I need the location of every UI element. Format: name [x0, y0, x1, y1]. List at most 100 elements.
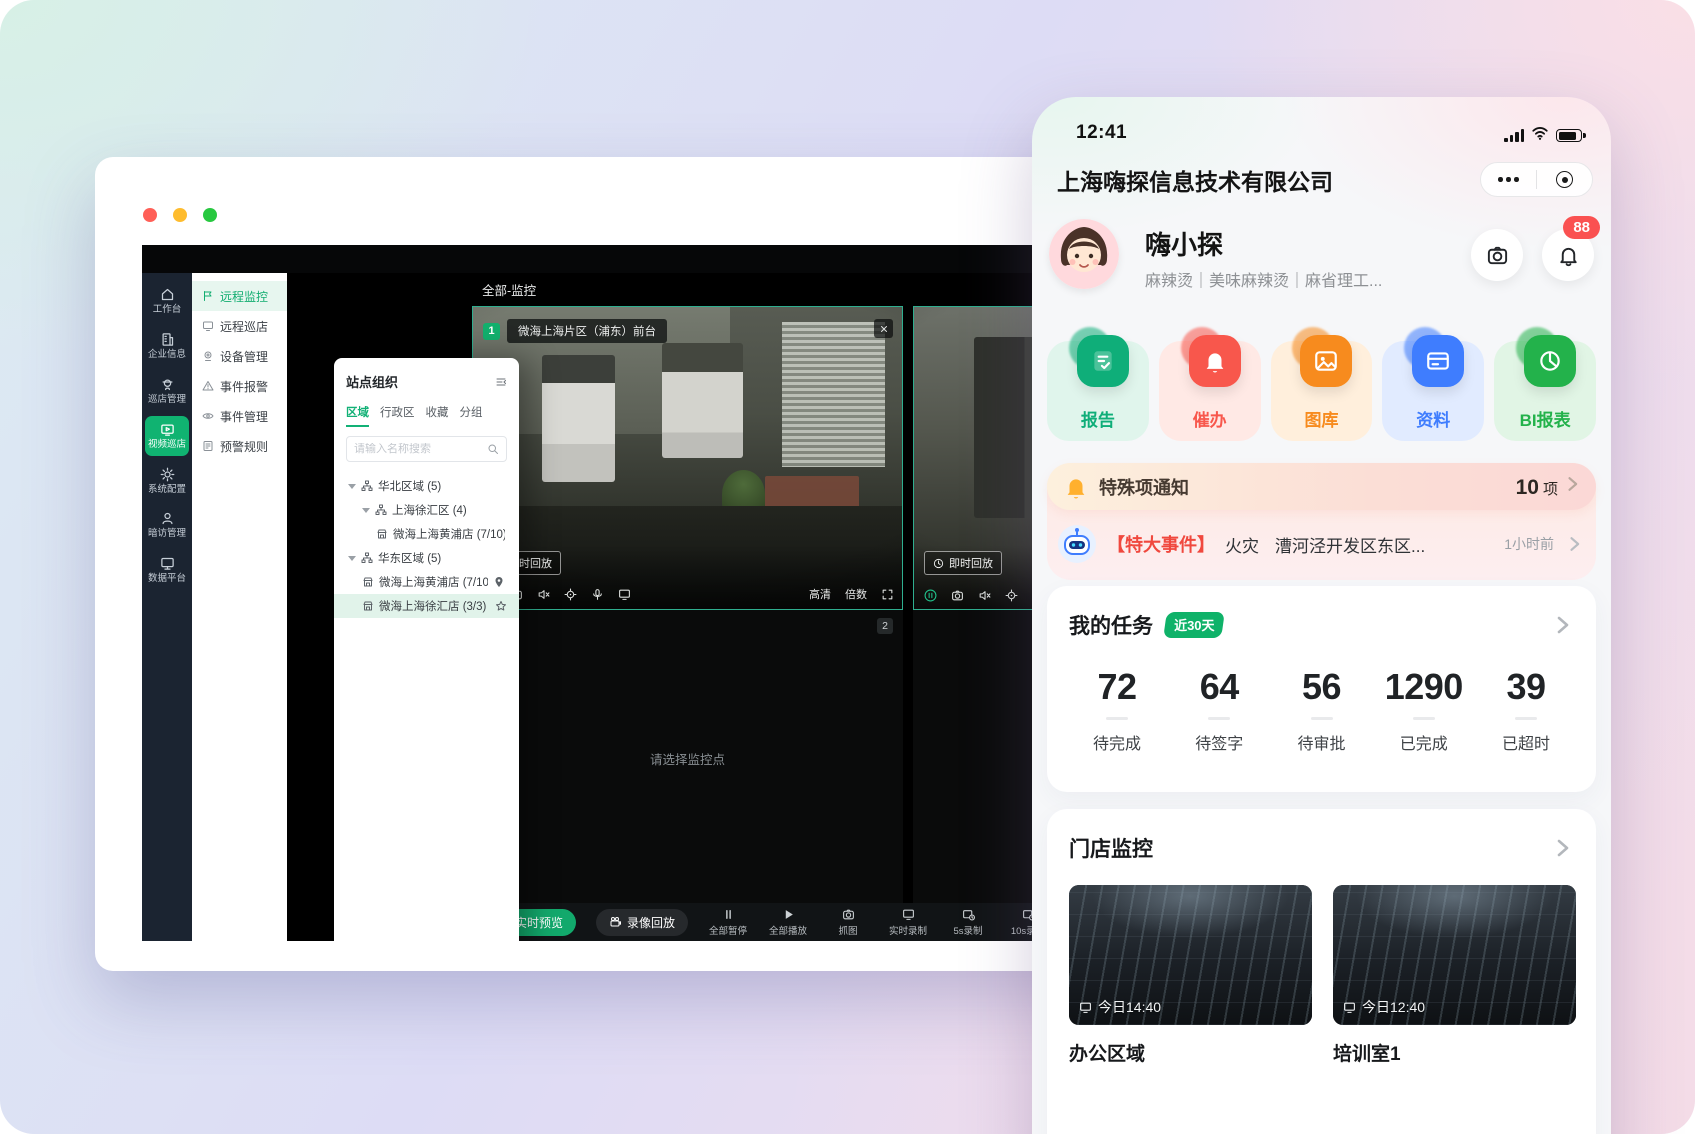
home-icon [160, 287, 175, 302]
stat-value: 1290 [1382, 666, 1466, 708]
notice-title: 特殊项通知 [1099, 474, 1189, 500]
monitor-icon [202, 320, 214, 332]
menu-item-event-alarm[interactable]: 事件报警 [192, 371, 287, 401]
tree-node-district[interactable]: 上海徐汇区 (4) [346, 498, 507, 522]
stat-value: 56 [1280, 666, 1364, 708]
screen-share-icon[interactable] [618, 588, 631, 601]
tree-node-region[interactable]: 华北区域 (5) [346, 474, 507, 498]
action-label: 抓图 [839, 923, 858, 937]
site-search-input[interactable] [354, 443, 482, 455]
stat-pending-sign[interactable]: 64 待签字 [1177, 666, 1261, 754]
app-tile-urge[interactable]: 催办 [1159, 341, 1261, 441]
camera-thumb-training-room[interactable]: 今日12:40 培训室1 [1333, 885, 1576, 1066]
tab-favorites[interactable]: 收藏 [426, 404, 449, 427]
primary-sidebar: 工作台 企业信息 巡店管理 视频巡店 系统配置 [142, 273, 192, 941]
menu-item-label: 远程巡店 [220, 318, 268, 335]
zoom-window-dot[interactable] [203, 208, 217, 222]
instant-replay-button[interactable]: 即时回放 [924, 551, 1002, 575]
stat-pending-approve[interactable]: 56 待审批 [1280, 666, 1364, 754]
menu-item-remote-monitor[interactable]: 远程监控 [192, 281, 287, 311]
menu-item-event-mgmt[interactable]: 事件管理 [192, 401, 287, 431]
video-pane-1[interactable]: 1 微海上海片区（浦东）前台 即时回放 [472, 306, 903, 610]
menu-item-label: 远程监控 [220, 288, 268, 305]
tree-node-region[interactable]: 华东区域 (5) [346, 546, 507, 570]
sidebar-item-secret-visit[interactable]: 暗访管理 [145, 505, 189, 545]
sidebar-item-label: 暗访管理 [145, 528, 189, 540]
tile-label: BI报表 [1494, 406, 1596, 431]
caret-down-icon[interactable] [362, 508, 370, 513]
tree-node-label: 上海徐汇区 (4) [392, 502, 467, 518]
ptz-target-icon[interactable] [1005, 589, 1018, 602]
pause-circle-icon[interactable] [924, 589, 937, 602]
stat-value: 72 [1075, 666, 1159, 708]
sidebar-item-workbench[interactable]: 工作台 [145, 281, 189, 321]
tile-label: 资料 [1382, 406, 1484, 431]
secondary-menu: 远程监控 远程巡店 设备管理 事件报警 事件管理 [192, 273, 287, 941]
tab-groups[interactable]: 分组 [460, 404, 483, 427]
menu-item-warning-rules[interactable]: 预警规则 [192, 431, 287, 461]
special-notice-banner[interactable]: 特殊项通知 10 项 [1047, 463, 1596, 510]
empty-video-pane[interactable]: 2 请选择监控点 [472, 610, 903, 906]
mute-icon[interactable] [537, 588, 550, 601]
collapse-panel-icon[interactable] [495, 376, 507, 388]
stat-pending-complete[interactable]: 72 待完成 [1075, 666, 1159, 754]
stat-completed[interactable]: 1290 已完成 [1382, 666, 1466, 754]
chevron-right-icon[interactable] [1550, 613, 1574, 637]
menu-item-remote-patrol[interactable]: 远程巡店 [192, 311, 287, 341]
speed-toggle[interactable]: 倍数 [845, 586, 867, 602]
location-pin-icon[interactable] [493, 576, 505, 588]
site-search[interactable] [346, 436, 507, 462]
fullscreen-icon[interactable] [881, 588, 894, 601]
app-tile-docs[interactable]: 资料 [1382, 341, 1484, 441]
major-event-ticker[interactable]: 【特大事件】 火灾 漕河泾开发区东区... 1小时前 [1047, 510, 1596, 576]
store-monitor-title: 门店监控 [1069, 833, 1153, 863]
hd-toggle[interactable]: 高清 [809, 586, 831, 602]
camera-thumb-office[interactable]: 今日14:40 办公区域 [1069, 885, 1312, 1066]
caret-down-icon[interactable] [348, 556, 356, 561]
snapshot-icon[interactable] [951, 589, 964, 602]
caret-down-icon[interactable] [348, 484, 356, 489]
realtime-record-button[interactable]: 实时录制 [888, 908, 928, 937]
record-5s-button[interactable]: 5s录制 [948, 908, 988, 937]
exit-button[interactable] [1537, 171, 1592, 188]
star-icon[interactable] [495, 600, 507, 612]
bi-chart-icon [1537, 348, 1563, 374]
ptz-target-icon[interactable] [564, 588, 577, 601]
window-traffic-lights [143, 208, 217, 222]
playback-button[interactable]: 录像回放 [596, 909, 688, 936]
tab-region[interactable]: 区域 [346, 404, 369, 427]
warning-icon [202, 380, 214, 392]
snapshot-button[interactable]: 抓图 [828, 908, 868, 937]
sidebar-item-company-info[interactable]: 企业信息 [145, 326, 189, 366]
play-all-button[interactable]: 全部播放 [768, 908, 808, 937]
sidebar-item-data-platform[interactable]: 数据平台 [145, 550, 189, 590]
sidebar-item-system-config[interactable]: 系统配置 [145, 461, 189, 501]
notification-bell-button[interactable]: 88 [1542, 229, 1594, 281]
sidebar-item-patrol-mgmt[interactable]: 巡店管理 [145, 371, 189, 411]
avatar[interactable] [1049, 219, 1119, 289]
mute-icon[interactable] [978, 589, 991, 602]
camera-timestamp: 今日12:40 [1343, 997, 1425, 1017]
tab-district[interactable]: 行政区 [380, 404, 415, 427]
close-video-button[interactable] [874, 319, 893, 338]
video-controls: 高清 倍数 [483, 586, 894, 602]
app-tile-bi-report[interactable]: BI报表 [1494, 341, 1596, 441]
sidebar-item-video-patrol[interactable]: 视频巡店 [145, 416, 189, 456]
menu-item-device-mgmt[interactable]: 设备管理 [192, 341, 287, 371]
status-time: 12:41 [1076, 122, 1127, 144]
miniprogram-capsule [1480, 162, 1593, 197]
tree-node-store[interactable]: 微海上海黄浦店 (7/10) [346, 570, 507, 594]
more-button[interactable] [1481, 177, 1536, 182]
camera-button[interactable] [1471, 229, 1523, 281]
chevron-right-icon[interactable] [1550, 836, 1574, 860]
monitor-icon [1343, 1001, 1356, 1014]
close-window-dot[interactable] [143, 208, 157, 222]
tree-node-store[interactable]: 微海上海黄浦店 (7/10) [346, 522, 507, 546]
minimize-window-dot[interactable] [173, 208, 187, 222]
stat-overdue[interactable]: 39 已超时 [1484, 666, 1568, 754]
tree-node-store-selected[interactable]: 微海上海徐汇店 (3/3) [334, 594, 519, 618]
pause-all-button[interactable]: 全部暂停 [708, 908, 748, 937]
mic-icon[interactable] [591, 588, 604, 601]
app-tile-gallery[interactable]: 图库 [1271, 341, 1373, 441]
app-tile-report[interactable]: 报告 [1047, 341, 1149, 441]
